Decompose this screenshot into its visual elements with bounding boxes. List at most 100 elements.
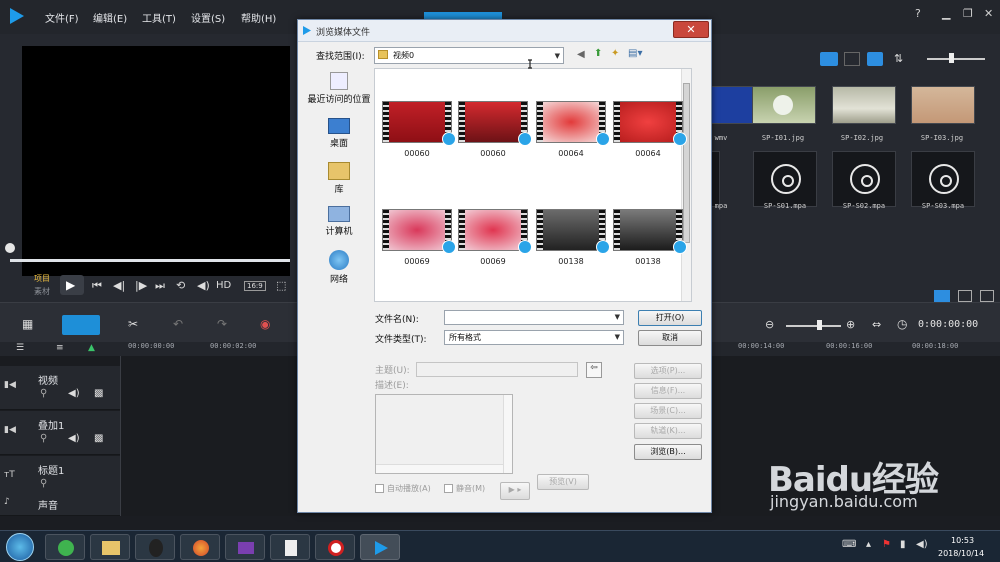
thumb-size-slider[interactable]: [927, 58, 985, 60]
tray-network-icon[interactable]: ▮: [900, 539, 906, 550]
record-capture-icon[interactable]: ◉: [260, 317, 270, 331]
next-frame-icon[interactable]: |▶: [135, 279, 147, 292]
file-thumb[interactable]: [458, 209, 532, 254]
place-desktop[interactable]: 桌面: [306, 118, 372, 149]
new-folder-icon[interactable]: ✦: [611, 48, 619, 59]
file-name[interactable]: 00064: [531, 149, 611, 158]
list-view-icon[interactable]: [820, 52, 838, 66]
up-folder-icon[interactable]: ⬆: [594, 48, 602, 59]
library-thumb[interactable]: [832, 86, 896, 124]
thumbnail-view-icon[interactable]: [867, 52, 883, 66]
filename-input[interactable]: ▼: [444, 310, 624, 325]
library-layout-icon[interactable]: [934, 290, 950, 302]
sort-icon[interactable]: ⇅: [894, 52, 903, 65]
subject-arrow-button[interactable]: ⇦: [586, 362, 602, 378]
minimize-icon[interactable]: ▁: [942, 7, 950, 20]
tray-volume-icon[interactable]: ◀): [916, 539, 928, 550]
description-textarea[interactable]: [375, 394, 513, 474]
file-thumb[interactable]: [536, 101, 610, 146]
cancel-button[interactable]: 取消: [638, 330, 702, 346]
menu-file[interactable]: 文件(F): [45, 10, 79, 25]
tools-icon[interactable]: ✂: [128, 317, 138, 331]
scrub-handle[interactable]: [5, 243, 15, 253]
zoom-slider[interactable]: [786, 325, 841, 327]
thumb-size-handle[interactable]: [949, 53, 954, 63]
track-button[interactable]: 轨道(K)...: [634, 423, 702, 439]
aspect-ratio-toggle[interactable]: 16:9: [244, 281, 266, 291]
library-audio-thumb[interactable]: [753, 151, 817, 207]
browse-button[interactable]: 浏览(B)...: [634, 444, 702, 460]
taskbar-app-editor[interactable]: [360, 534, 400, 560]
prev-frame-icon[interactable]: ◀|: [113, 279, 125, 292]
file-thumb[interactable]: [613, 209, 687, 254]
file-list[interactable]: 00060 00060 00064 00064 00069 00069 0013…: [374, 68, 692, 302]
library-layout-icon-2[interactable]: [958, 290, 972, 302]
taskbar-app-explorer[interactable]: [90, 534, 130, 560]
link-icon[interactable]: ⚲: [40, 433, 47, 444]
place-network[interactable]: 网络: [306, 250, 372, 285]
library-audio-thumb[interactable]: [911, 151, 975, 207]
filetype-select[interactable]: 所有格式 ▼: [444, 330, 624, 345]
clock-date[interactable]: 2018/10/14: [938, 549, 984, 558]
chapter-icon[interactable]: ≡: [56, 343, 64, 353]
view-menu-icon[interactable]: ▤▾: [628, 48, 642, 59]
link-icon[interactable]: ⚲: [40, 388, 47, 399]
file-thumb[interactable]: [382, 209, 456, 254]
track-overlay[interactable]: ▮◀ 叠加1 ⚲ ◀) ▩: [0, 411, 120, 455]
mute-icon[interactable]: ◀): [68, 433, 80, 444]
file-name[interactable]: 00060: [453, 149, 533, 158]
play-preview-button[interactable]: ▶ ▸: [500, 482, 530, 500]
back-icon[interactable]: ◀: [577, 49, 585, 60]
place-recent[interactable]: 最近访问的位置: [306, 72, 372, 105]
to-start-icon[interactable]: ⏮: [92, 279, 102, 293]
clip-mode-label[interactable]: 素材: [34, 286, 50, 297]
file-name[interactable]: 00138: [531, 257, 611, 266]
place-library[interactable]: 库: [306, 162, 372, 195]
add-marker-icon[interactable]: ▲: [88, 343, 95, 353]
redo-icon[interactable]: ↷: [217, 317, 227, 331]
open-button[interactable]: 打开(O): [638, 310, 702, 326]
menu-edit[interactable]: 编辑(E): [93, 10, 127, 25]
ripple-icon[interactable]: ▩: [94, 388, 103, 399]
file-thumb[interactable]: [613, 101, 687, 146]
scene-button[interactable]: 场景(C)...: [634, 403, 702, 419]
storyboard-view-icon[interactable]: ▦: [22, 317, 33, 331]
to-end-icon[interactable]: ⏭: [155, 279, 165, 293]
hd-toggle[interactable]: HD: [216, 280, 231, 291]
menu-settings[interactable]: 设置(S): [191, 10, 225, 25]
file-name[interactable]: 00060: [377, 149, 457, 158]
track-manager-icon[interactable]: ☰: [16, 343, 24, 353]
start-button[interactable]: [6, 533, 34, 561]
menu-tools[interactable]: 工具(T): [142, 10, 176, 25]
ripple-icon[interactable]: ▩: [94, 433, 103, 444]
file-name[interactable]: 00064: [608, 149, 688, 158]
tray-flag-icon[interactable]: ⚑: [882, 539, 891, 550]
autoplay-checkbox[interactable]: [375, 484, 384, 493]
taskbar-app-doc[interactable]: [270, 534, 310, 560]
repeat-icon[interactable]: ⟲: [176, 279, 185, 292]
clock-time[interactable]: 10:53: [951, 536, 974, 545]
fit-icon[interactable]: ⇔: [872, 318, 881, 331]
timeline-view-button[interactable]: [62, 315, 100, 335]
library-layout-icon-3[interactable]: [980, 290, 994, 302]
zoom-handle[interactable]: [817, 320, 822, 330]
taskbar-app-video[interactable]: [225, 534, 265, 560]
library-audio-thumb[interactable]: [832, 151, 896, 207]
file-name[interactable]: 00069: [453, 257, 533, 266]
library-thumb[interactable]: [911, 86, 975, 124]
subject-input[interactable]: [416, 362, 578, 377]
tray-keyboard-icon[interactable]: ⌨: [842, 539, 856, 550]
menu-help[interactable]: 帮助(H): [241, 10, 276, 25]
mute-icon[interactable]: ◀): [68, 388, 80, 399]
zoom-out-icon[interactable]: ⊖: [765, 318, 774, 331]
dialog-titlebar[interactable]: 浏览媒体文件 ✕: [298, 20, 711, 42]
play-icon[interactable]: ▶: [66, 278, 75, 292]
close-icon[interactable]: ✕: [984, 7, 993, 20]
details-view-icon[interactable]: [844, 52, 860, 66]
file-name[interactable]: 00069: [377, 257, 457, 266]
scrub-bar[interactable]: [10, 259, 290, 262]
undo-icon[interactable]: ↶: [173, 317, 183, 331]
place-computer[interactable]: 计算机: [306, 206, 372, 237]
zoom-in-icon[interactable]: ⊕: [846, 318, 855, 331]
library-thumb[interactable]: [752, 86, 816, 124]
